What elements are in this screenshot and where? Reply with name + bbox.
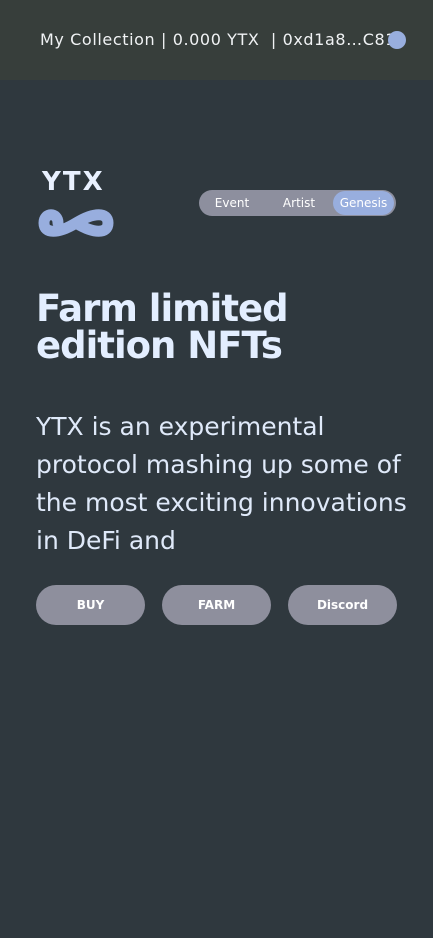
farm-button[interactable]: FARM [162,585,271,625]
separator: | [161,30,167,49]
buy-button[interactable]: BUY [36,585,145,625]
separator: | [270,30,277,49]
hero-description: YTX is an experimental protocol mashing … [36,412,407,555]
ytx-balance: 0.000 YTX [172,30,260,49]
toggle-genesis[interactable]: Genesis [333,191,394,215]
collection-toggle: Event Artist Genesis [199,190,396,216]
wallet-avatar-icon[interactable] [388,31,406,49]
account-summary[interactable]: My Collection | 0.000 YTX | 0xd1a8…C81e [40,30,407,49]
collection-link[interactable]: My Collection [40,30,155,49]
toggle-event[interactable]: Event [199,190,265,216]
infinity-icon [38,209,114,237]
ytx-logo[interactable]: YTX [36,167,116,248]
discord-button[interactable]: Discord [288,585,397,625]
top-bar: My Collection | 0.000 YTX | 0xd1a8…C81e [0,0,433,80]
page-title: Farm limited edition NFTs [36,287,289,367]
logo-text: YTX [42,167,105,197]
toggle-artist[interactable]: Artist [265,190,333,216]
